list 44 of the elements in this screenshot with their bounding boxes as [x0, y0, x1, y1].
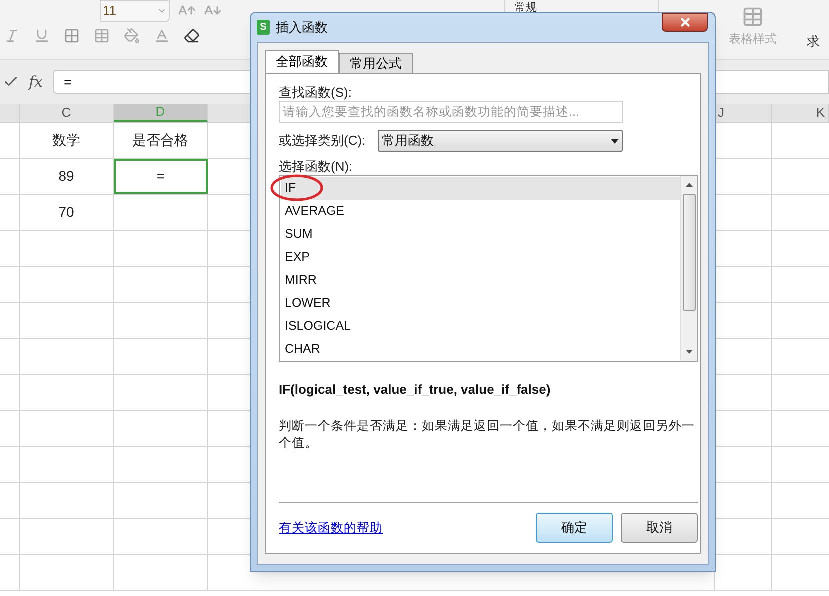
function-item[interactable]: CHAR [281, 338, 680, 361]
underline-icon[interactable] [34, 28, 50, 44]
close-icon [678, 16, 692, 29]
ribbon-label[interactable]: 求 [807, 34, 820, 49]
search-label: 查找函数(S): [279, 84, 353, 101]
font-color-icon[interactable] [154, 28, 170, 44]
category-dropdown[interactable]: 常用函数 [378, 130, 623, 152]
function-item[interactable]: LOWER [281, 292, 680, 315]
tab[interactable]: 全部函数 [265, 50, 339, 73]
table-style-icon[interactable] [742, 6, 764, 28]
help-link[interactable]: 有关该函数的帮助 [279, 518, 383, 538]
function-item[interactable]: IF [281, 177, 680, 200]
function-item[interactable]: SUM [281, 223, 680, 246]
function-list-label: 选择函数(N): [279, 158, 354, 175]
border-icon[interactable] [64, 28, 80, 44]
fx-label[interactable]: fx [29, 70, 44, 94]
tab[interactable]: 常用公式 [339, 53, 413, 73]
dialog-button[interactable]: 取消 [621, 513, 698, 543]
italic-icon[interactable] [4, 28, 20, 44]
search-field[interactable]: 请输入您要查找的函数名称或函数功能的简要描述... [279, 101, 623, 123]
scrollbar[interactable] [680, 176, 697, 361]
table-cell: 70 [20, 195, 114, 230]
dialog-button[interactable]: 确定 [536, 513, 613, 543]
app-logo: S [257, 20, 270, 35]
function-description: 判断一个条件是否满足：如果满足返回一个值，如果不满足则返回另外一个值。 [279, 418, 696, 452]
window-title: 插入函数 [276, 18, 328, 37]
function-item[interactable]: ISLOGICAL [281, 315, 680, 338]
eraser-icon[interactable] [184, 28, 200, 44]
scrollbar-thumb[interactable] [682, 194, 696, 311]
function-item[interactable]: MIRR [281, 269, 680, 292]
table-icon[interactable] [94, 28, 110, 44]
table-cell: 数学 [20, 123, 114, 158]
table-cell: 是否合格 [114, 123, 208, 158]
font-size-field[interactable]: 11 [100, 0, 170, 22]
dropdown-arrow-icon [611, 138, 619, 144]
column-header[interactable]: K [772, 104, 829, 122]
category-label: 或选择类别(C): [279, 132, 367, 150]
paint-bucket-icon[interactable] [124, 28, 140, 44]
function-signature: IF(logical_test, value_if_true, value_if_false) [279, 381, 552, 399]
highlight-circle [270, 174, 324, 202]
close-button[interactable] [662, 13, 708, 32]
function-item[interactable]: EXP [281, 246, 680, 269]
table-cell: = [114, 159, 208, 194]
function-item[interactable]: AVERAGE [281, 200, 680, 223]
